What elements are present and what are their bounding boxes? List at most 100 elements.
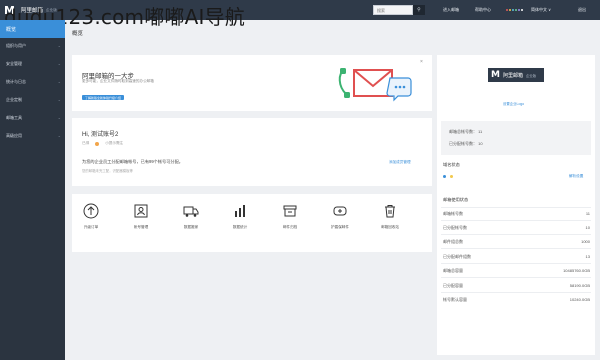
chevron-down-icon: ⌄ [57,43,61,48]
warning-icon [95,141,100,146]
trash-icon [385,205,395,218]
add-member-link[interactable]: 添加成员管理 [389,160,411,165]
status-dot-icon [443,175,446,178]
sidebar-item-label: 安全管理 [6,61,22,66]
right-panel [437,55,595,355]
usage-value: 1000 [581,239,590,244]
chevron-down-icon: ⌄ [57,79,61,84]
welcome-info-sub: 您的邮箱未完工配，识配器模板等 [82,169,133,173]
usage-label: 邮件组总数 [443,239,463,244]
sidebar-item-tools[interactable]: 邮箱工具 ⌄ [0,112,65,124]
divider [441,207,591,208]
nav-help[interactable]: 帮助中心 [470,5,496,15]
welcome-info: 为您的企业员工分配邮箱帐号，已有99个帐号可分配。 [82,159,183,164]
divider [441,248,591,249]
enterprise-logo[interactable]: M 阿里邮箱 企业版 [488,68,544,82]
tool-data-stats[interactable]: 数据统计 [225,203,255,243]
divider [441,234,591,235]
usage-label: 已分配容量 [443,283,463,288]
sidebar-item-label: 高级应用 [6,133,22,138]
sidebar-item-org[interactable]: 组织与用户 ⌄ [0,40,65,52]
tool-recycle-bin[interactable]: 邮箱回收站 [375,203,405,243]
tool-label: 帐号管理 [133,225,149,229]
sidebar-item-security[interactable]: 安全管理 ⌄ [0,58,65,70]
chevron-down-icon: ⌄ [57,133,61,138]
tool-account-manage[interactable]: 帐号管理 [126,203,156,243]
domain-status-title: 域名状态 [443,162,460,167]
tool-shield-mail[interactable]: 护盾保邮件 [325,203,355,243]
mail-envelope-icon [338,68,412,102]
divider [441,220,591,221]
arrow-up-circle-icon [83,203,99,219]
sidebar-item-label: 组织与用户 [6,43,26,48]
banner-button[interactable]: 了解新版全新体验升级介绍 [82,95,124,100]
usage-value: 58190.0GB [569,283,590,288]
breadcrumb: 概览 [72,31,84,37]
usage-label: 已分配邮件组数 [443,254,471,259]
usage-label: 帐号默认容量 [443,297,467,302]
usage-label: 已分配帐号数 [443,225,467,230]
usage-label: 邮箱帐号数 [443,211,463,216]
chevron-down-icon: ⌄ [57,97,61,102]
usage-status-title: 邮箱使用状态 [443,197,469,202]
welcome-card [72,118,432,186]
sidebar-item-stats[interactable]: 统计与日志 ⌄ [0,76,65,88]
sidebar-item-label: 邮箱工具 [6,115,22,120]
usage-value: 10 [585,225,590,230]
usage-value: 10485760.0GB [563,268,590,273]
dns-settings-link[interactable]: 解析设置 [569,174,583,179]
bar-chart-icon [235,205,245,217]
tool-label: 数据搬家 [183,225,199,229]
tool-label: 数据统计 [232,225,248,229]
status-dot-icon [450,175,453,178]
logo-tag: 企业版 [525,73,537,78]
account-status: 已绑 小提示需注 [82,141,123,146]
color-dots-icon[interactable] [500,5,528,15]
sidebar-item-advanced[interactable]: 高级应用 ⌄ [0,130,65,142]
sidebar: 概览 组织与用户 ⌄ 安全管理 ⌄ 统计与日志 ⌄ 企业定制 ⌄ 邮箱工具 ⌄ 高级应用 ⌄ [0,20,65,360]
usage-value: 11 [585,211,590,216]
search-input[interactable] [373,5,413,15]
logo-text: 阿里邮箱 [502,72,523,79]
stat-value: 11 [478,129,483,134]
total-accounts: 邮箱总帐号数： 11 [449,129,482,135]
shield-mail-icon [333,206,347,216]
divider [441,263,591,264]
tool-label: 邮件归档 [282,225,298,229]
sidebar-item-label: 企业定制 [6,97,22,102]
sidebar-item-label: 统计与日志 [6,79,26,84]
tool-data-migration[interactable]: 数据搬家 [176,203,206,243]
chevron-down-icon: ⌄ [57,61,61,66]
usage-label: 邮箱总容量 [443,268,463,273]
brand-logo-icon: M [491,70,500,80]
divider [441,277,591,278]
stat-value: 10 [478,141,483,146]
sidebar-item-custom[interactable]: 企业定制 ⌄ [0,94,65,106]
assigned-accounts: 已分配帐号数： 10 [449,141,483,147]
language-select[interactable]: 简体中文 ∨ [528,5,554,15]
search-icon[interactable]: ⚲ [413,5,425,15]
tool-label: 邮箱回收站 [381,225,399,229]
archive-box-icon [283,205,297,217]
chevron-down-icon: ⌄ [57,115,61,120]
account-stats-box [441,121,591,155]
usage-value: 10240.0GB [569,297,590,302]
stat-label: 已分配帐号数： [449,141,477,146]
tool-mail-archive[interactable]: 邮件归档 [275,203,305,243]
greeting: Hi, 测试账号2 [82,132,119,138]
set-logo-link[interactable]: 设置企业Logo [503,101,524,106]
banner-subtitle: 更多可能，企业文件随时取到高速的办公邮箱 [82,79,154,83]
user-card-icon [134,204,148,218]
nav-enter-mail[interactable]: 进入邮箱 [438,5,464,15]
usage-value: 13 [585,254,590,259]
stat-label: 邮箱总帐号数： [449,129,477,134]
close-icon[interactable]: × [420,59,423,65]
status-note: 小提示需注 [105,141,124,145]
tool-upgrade-order[interactable]: 升级订单 [76,203,106,243]
sidebar-item-overview[interactable]: 概览 [0,20,65,38]
logout-link[interactable]: 退出 [574,5,590,15]
truck-icon [183,206,199,217]
status-badge: 已绑 [82,141,90,145]
divider [441,292,591,293]
tool-label: 升级订单 [83,225,99,229]
